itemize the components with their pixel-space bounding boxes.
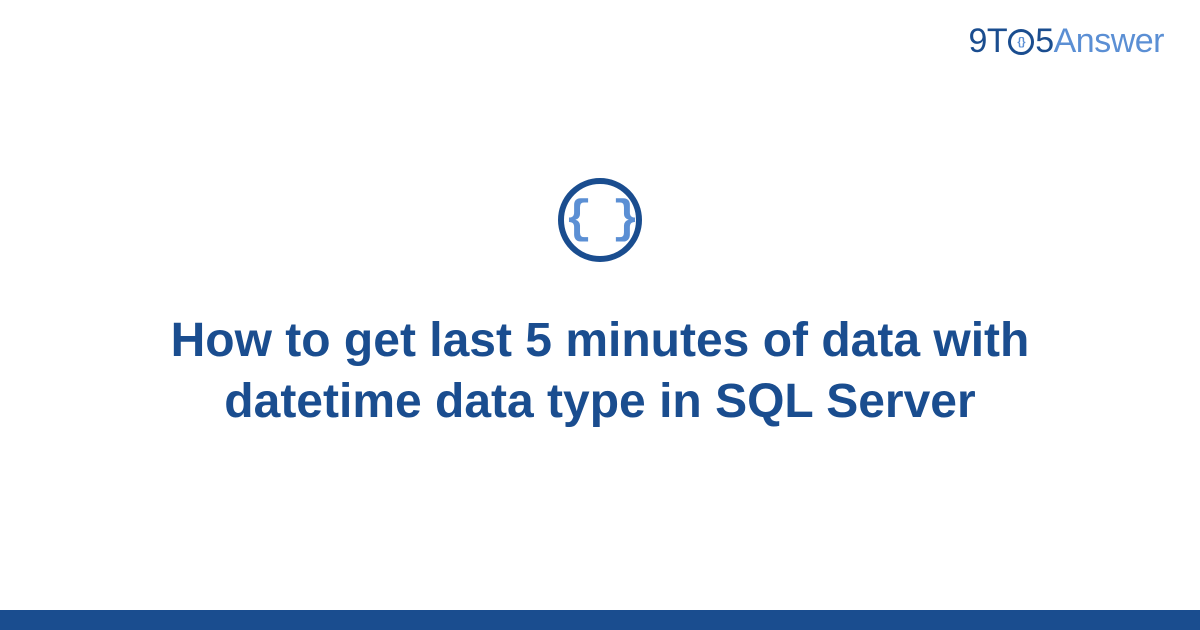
braces-glyph: { }	[565, 197, 636, 243]
main-content: { } How to get last 5 minutes of data wi…	[0, 0, 1200, 610]
page-title: How to get last 5 minutes of data with d…	[120, 310, 1080, 433]
bottom-bar	[0, 610, 1200, 630]
code-badge-icon: { }	[558, 178, 642, 262]
